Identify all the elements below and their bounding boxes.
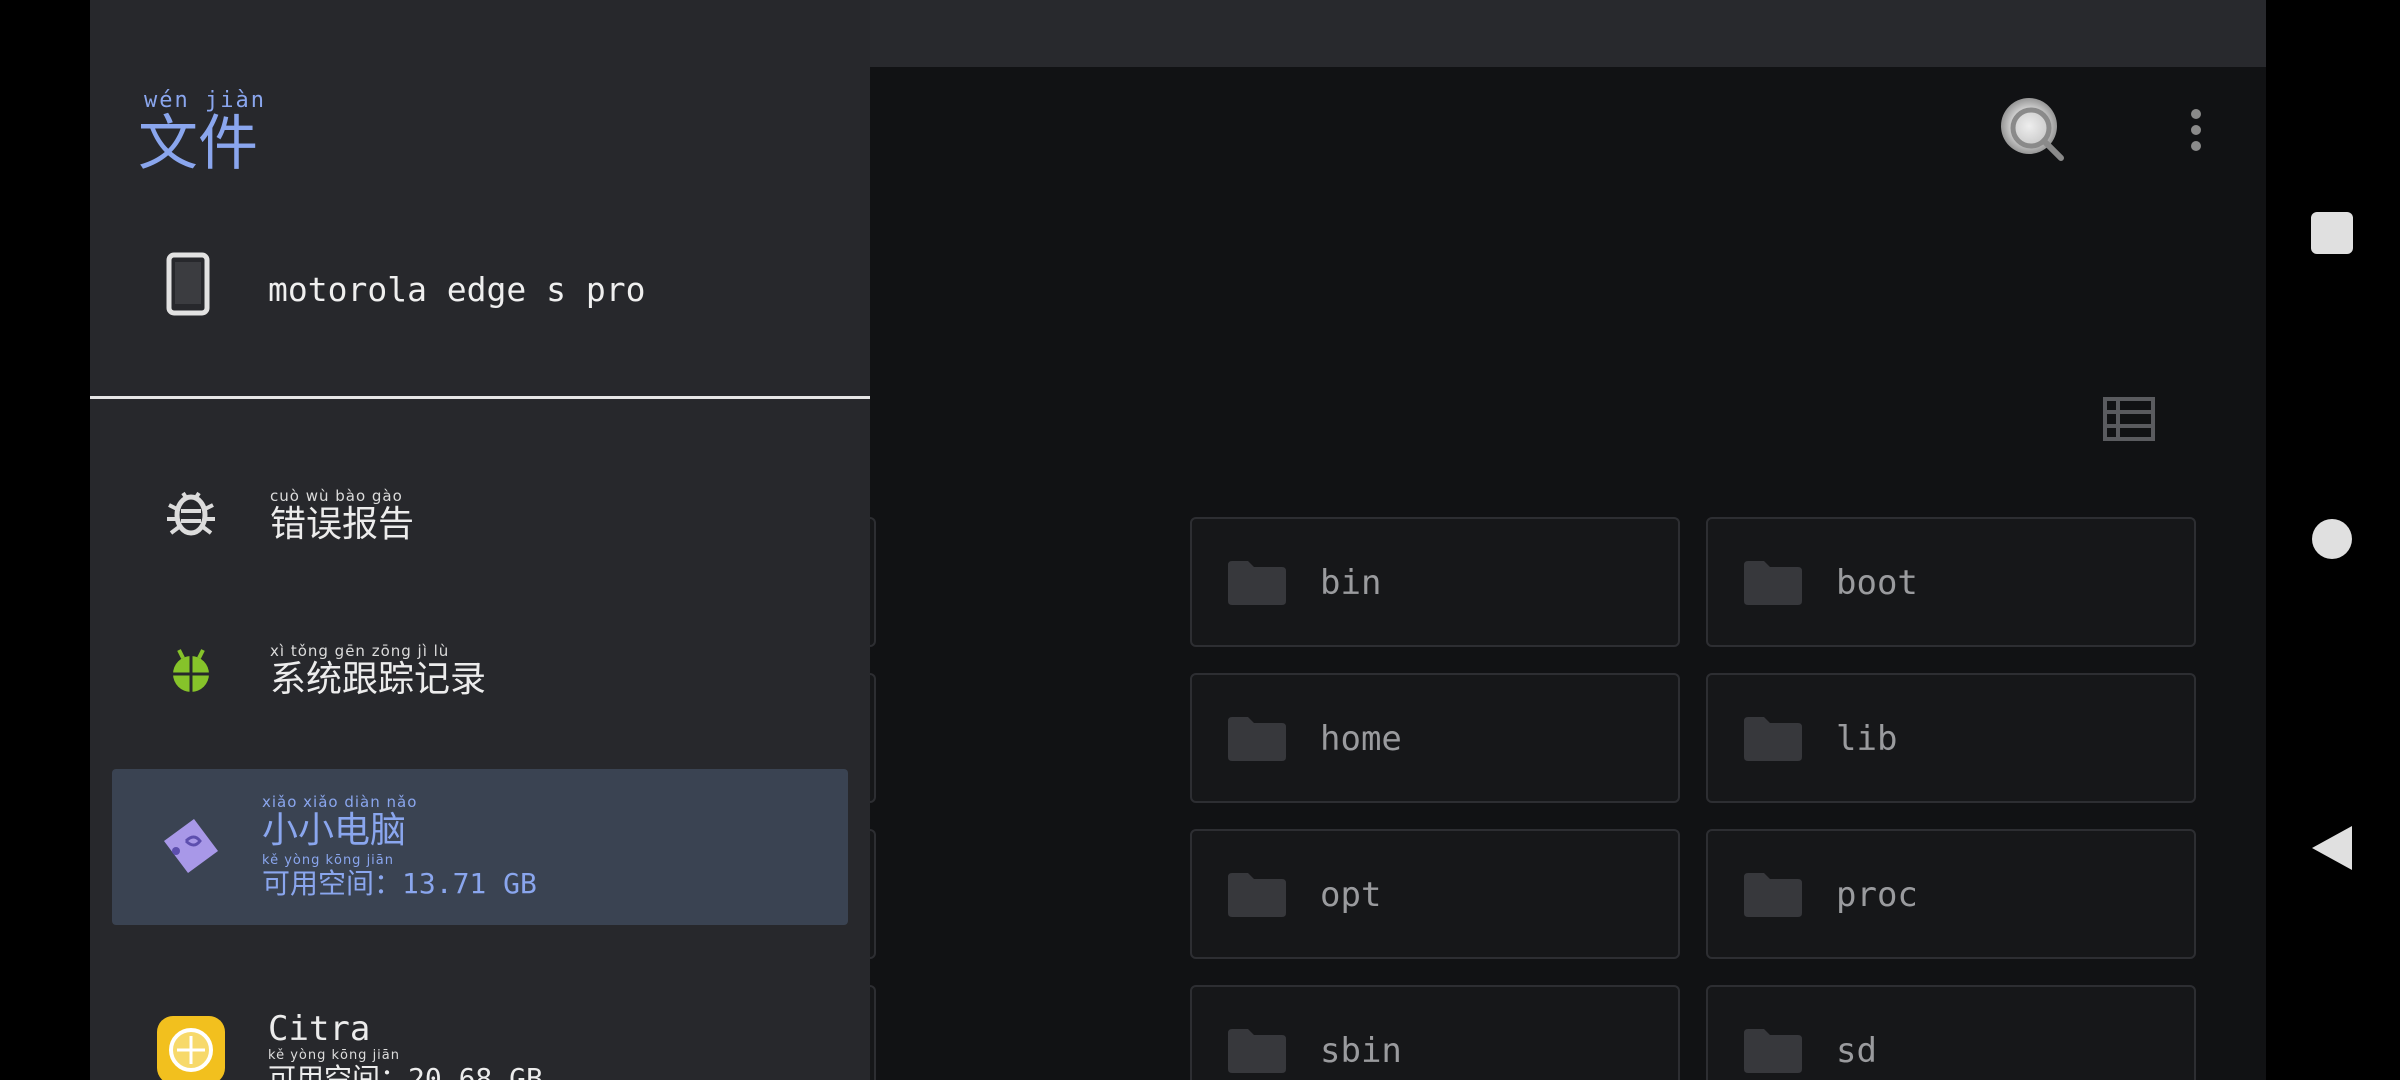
folder-card[interactable]: lib <box>1706 673 2196 803</box>
drawer-item-text: cuò wù bào gào 错误报告 <box>270 487 414 545</box>
folder-name: bin <box>1320 563 1382 603</box>
device-item[interactable]: motorola edge s pro <box>90 230 870 340</box>
citra-icon <box>157 1016 225 1080</box>
device-name: motorola edge s pro <box>268 270 646 309</box>
left-system-bar <box>0 0 90 1080</box>
drawer-divider <box>90 396 870 399</box>
folder-card[interactable]: home <box>1190 673 1680 803</box>
storage-name: 小小电脑 <box>262 810 407 851</box>
storage-text: xiǎo xiǎo diàn nǎo 小小电脑 kě yòng kōng jiā… <box>262 793 537 900</box>
files-app: x bin home opt sbin boot lib <box>90 0 2266 1080</box>
drawer-item-pinyin: xì tǒng gēn zōng jì lù <box>270 642 450 660</box>
folder-name: home <box>1320 719 1402 759</box>
folder-icon <box>1744 561 1802 605</box>
drawer-item-label: 错误报告 <box>270 504 415 545</box>
folder-name: boot <box>1836 563 1918 603</box>
folder-name: sd <box>1836 1031 1877 1071</box>
recents-button[interactable] <box>2311 212 2353 254</box>
folder-icon <box>1228 873 1286 917</box>
bug-icon <box>167 491 215 536</box>
drawer-title: wén jiàn 文件 <box>138 88 266 175</box>
more-vert-icon <box>2191 109 2201 119</box>
storage-name: Citra <box>268 1009 371 1049</box>
drawer-title-text: 文件 <box>138 109 258 179</box>
folder-name: lib <box>1836 719 1898 759</box>
folder-card[interactable]: proc <box>1706 829 2196 959</box>
storage-space: 可用空间：20.68 GB <box>268 1062 543 1080</box>
folder-icon <box>1228 1029 1286 1073</box>
search-icon <box>2010 107 2064 161</box>
folder-name: proc <box>1836 875 1918 915</box>
home-button[interactable] <box>2312 519 2352 559</box>
folder-name: opt <box>1320 875 1382 915</box>
folder-card[interactable]: sd <box>1706 985 2196 1080</box>
storage-item-citra[interactable]: Citra kě yòng kōng jiān 可用空间：20.68 GB <box>90 1000 870 1080</box>
phone-icon <box>166 252 210 316</box>
drawer-item-pinyin: cuò wù bào gào <box>270 487 403 505</box>
storage-name-pinyin: xiǎo xiǎo diàn nǎo <box>262 793 418 811</box>
storage-text: Citra kě yòng kōng jiān 可用空间：20.68 GB <box>268 1010 543 1080</box>
folder-icon <box>1744 717 1802 761</box>
folder-icon <box>1228 561 1286 605</box>
folder-card[interactable]: boot <box>1706 517 2196 647</box>
folder-card[interactable]: bin <box>1190 517 1680 647</box>
drawer-item-label: 系统跟踪记录 <box>270 659 487 700</box>
more-vert-dot <box>2191 141 2201 151</box>
storage-space-pinyin: kě yòng kōng jiān <box>268 1048 401 1063</box>
list-view-button[interactable] <box>2102 396 2158 446</box>
navigation-bar <box>2266 0 2400 1080</box>
drawer-item-system-trace[interactable]: xì tǒng gēn zōng jì lù 系统跟踪记录 <box>90 608 870 728</box>
storage-space-pinyin: kě yòng kōng jiān <box>262 853 395 868</box>
search-button[interactable] <box>1995 92 2085 182</box>
android-bug-icon <box>173 649 209 692</box>
more-vert-dot <box>2191 125 2201 135</box>
drawer-item-bug-report[interactable]: cuò wù bào gào 错误报告 <box>90 453 870 573</box>
more-options-button[interactable] <box>2180 105 2210 165</box>
folder-name: sbin <box>1320 1031 1402 1071</box>
list-view-icon <box>2103 397 2155 441</box>
folder-icon <box>1744 1029 1802 1073</box>
folder-icon <box>1744 873 1802 917</box>
folder-icon <box>1228 717 1286 761</box>
navigation-drawer: wén jiàn 文件 motorola edge s pro cuò wù b… <box>90 0 870 1080</box>
storage-space: 可用空间：13.71 GB <box>262 867 537 900</box>
folder-card[interactable]: sbin <box>1190 985 1680 1080</box>
folder-card[interactable]: opt <box>1190 829 1680 959</box>
app-icon-purple <box>164 819 218 873</box>
back-icon[interactable] <box>2310 824 2354 872</box>
storage-item-selected[interactable]: xiǎo xiǎo diàn nǎo 小小电脑 kě yòng kōng jiā… <box>112 769 848 925</box>
drawer-item-text: xì tǒng gēn zōng jì lù 系统跟踪记录 <box>270 642 486 700</box>
